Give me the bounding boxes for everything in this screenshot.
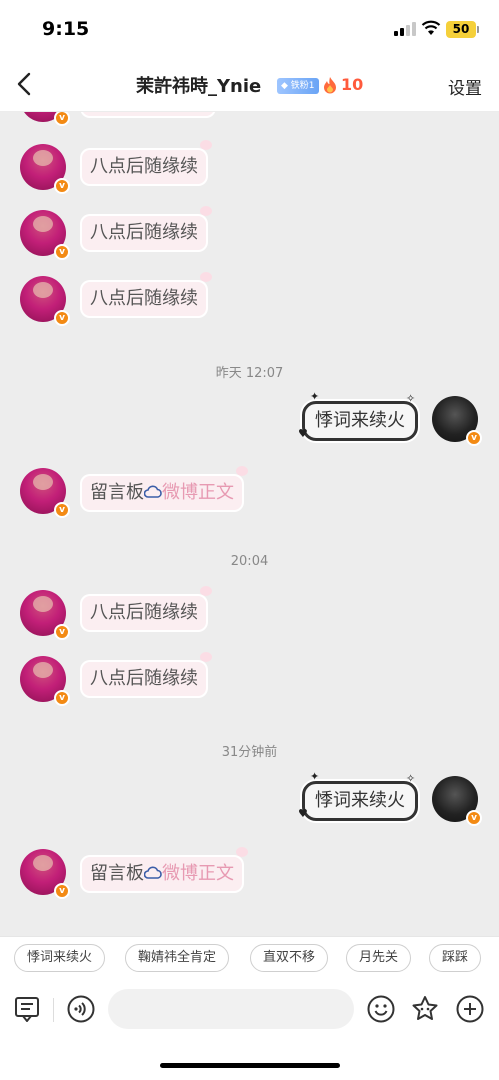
status-time: 9:15: [42, 18, 90, 40]
fan-level-label: 铁粉1: [290, 81, 315, 91]
board-text: 留言板: [90, 863, 144, 884]
cloud-icon: [144, 485, 162, 498]
quick-reply-chip[interactable]: 鞠婧祎全肯定: [125, 944, 230, 972]
verified-badge-icon: v: [54, 624, 70, 640]
message-bubble[interactable]: 留言板 微博正文: [80, 847, 248, 893]
verified-badge-icon: v: [466, 810, 482, 826]
home-indicator: [160, 1063, 340, 1068]
star-face-icon: [412, 996, 438, 1020]
heart-icon: ♥: [298, 427, 308, 440]
my-message-bubble[interactable]: 悸词来续火: [302, 401, 418, 441]
fire-icon: [324, 77, 336, 94]
timestamp: 31分钟前: [221, 745, 278, 760]
board-text: 留言板: [90, 482, 144, 503]
voice-button[interactable]: [66, 994, 96, 1024]
weibo-link[interactable]: 微博正文: [162, 482, 234, 503]
fan-level-badge: ◆ 铁粉1: [277, 78, 319, 94]
message-text: 悸词来续火: [315, 410, 405, 431]
wifi-icon: [421, 20, 441, 35]
verified-badge-icon: v: [54, 310, 70, 326]
emoji-button[interactable]: [366, 994, 396, 1024]
verified-badge-icon: v: [54, 883, 70, 899]
message-bubble[interactable]: 八点后随缘续: [80, 652, 212, 698]
contact-avatar[interactable]: v: [20, 849, 70, 899]
sparkle-icon: ✦: [310, 770, 320, 783]
chevron-left-icon: [17, 72, 31, 96]
avatar-face: [33, 474, 53, 490]
weibo-link[interactable]: 微博正文: [162, 863, 234, 884]
verified-badge-icon: v: [54, 178, 70, 194]
battery-tip: [477, 26, 479, 33]
verified-badge-icon: v: [54, 244, 70, 260]
cloud-icon: [144, 866, 162, 879]
settings-button[interactable]: 设置: [448, 74, 482, 99]
quick-reply-chip[interactable]: 月先关: [346, 944, 412, 972]
my-avatar[interactable]: v: [432, 396, 482, 446]
back-button[interactable]: [8, 68, 40, 100]
avatar-face: [33, 662, 53, 678]
divider: [53, 998, 54, 1022]
input-bar: [0, 980, 499, 1040]
menu-button[interactable]: [12, 994, 42, 1024]
verified-badge-icon: v: [466, 430, 482, 446]
fire-streak-count: 10: [341, 75, 364, 94]
sticker-button[interactable]: [410, 994, 440, 1024]
quick-reply-chip[interactable]: 直双不移: [250, 944, 329, 972]
sparkle-icon: ✧: [406, 392, 416, 405]
message-bubble[interactable]: 留言板 微博正文: [80, 466, 248, 512]
contact-avatar[interactable]: v: [20, 656, 70, 706]
message-bubble[interactable]: 八点后随缘续: [80, 272, 212, 318]
verified-badge-icon: v: [54, 112, 70, 126]
my-message-bubble[interactable]: 悸词来续火: [302, 781, 418, 821]
avatar-face: [33, 855, 53, 871]
message-bubble[interactable]: 八点后随缘续: [80, 112, 216, 118]
contact-avatar[interactable]: v: [20, 276, 70, 326]
add-button[interactable]: [455, 994, 485, 1024]
signal-icon: [394, 22, 416, 36]
contact-avatar[interactable]: v: [20, 210, 70, 260]
sparkle-icon: ✧: [406, 772, 416, 785]
verified-badge-icon: v: [54, 690, 70, 706]
message-text: 八点后随缘续: [90, 602, 198, 623]
timestamp: 昨天 12:07: [215, 366, 284, 381]
message-bubble[interactable]: 八点后随缘续: [80, 140, 212, 186]
contact-avatar[interactable]: v: [20, 590, 70, 640]
message-text: 八点后随缘续: [90, 156, 198, 177]
contact-avatar[interactable]: v: [20, 112, 70, 126]
battery-indicator: 50: [446, 21, 476, 38]
heart-icon: ♥: [298, 807, 308, 820]
message-text: 悸词来续火: [315, 790, 405, 811]
message-text: 八点后随缘续: [90, 668, 198, 689]
status-bar: 9:15 50: [0, 0, 499, 56]
contact-avatar[interactable]: v: [20, 468, 70, 518]
chat-area[interactable]: v 八点后随缘续 v 八点后随缘续 v 八点后随缘续 v 八点后随缘续 昨天 1…: [0, 112, 499, 936]
avatar-face: [33, 150, 53, 166]
quick-reply-chip[interactable]: 悸词来续火: [14, 944, 106, 972]
message-bubble[interactable]: 八点后随缘续: [80, 206, 212, 252]
message-text: 八点后随缘续: [90, 288, 198, 309]
my-avatar[interactable]: v: [432, 776, 482, 826]
message-input[interactable]: [108, 989, 354, 1029]
verified-badge-icon: v: [54, 502, 70, 518]
note-list-icon: [15, 997, 39, 1022]
quick-reply-chip[interactable]: 踩踩: [429, 944, 482, 972]
sparkle-icon: ✦: [310, 390, 320, 403]
avatar-face: [33, 216, 53, 232]
chat-title: 茉許祎時_Ynie: [136, 76, 262, 97]
avatar-face: [33, 596, 53, 612]
avatar-face: [33, 282, 53, 298]
plus-icon: [456, 995, 484, 1023]
message-text: 八点后随缘续: [90, 222, 198, 243]
smile-icon: [367, 995, 395, 1023]
contact-avatar[interactable]: v: [20, 144, 70, 194]
message-bubble[interactable]: 八点后随缘续: [80, 586, 212, 632]
voice-icon: [67, 995, 95, 1023]
timestamp: 20:04: [230, 554, 269, 569]
nav-bar: 茉許祎時_Ynie: [0, 56, 499, 112]
quick-reply-bar: 悸词来续火 鞠婧祎全肯定 直双不移 月先关 踩踩: [0, 936, 499, 980]
